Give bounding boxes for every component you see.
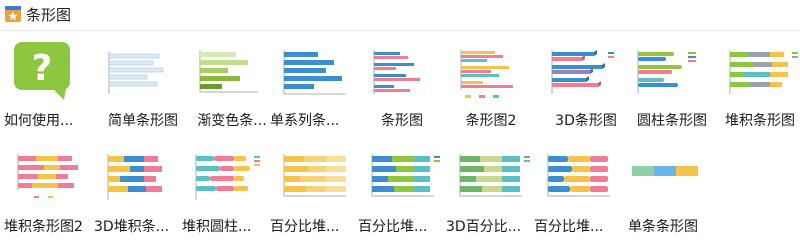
template-label: 条形图2: [465, 113, 517, 129]
template-3d-bar[interactable]: 3D条形图: [540, 38, 628, 134]
template-how-to-use[interactable]: ? 如何使用...: [4, 38, 92, 134]
svg-text:?: ?: [32, 48, 53, 89]
template-stacked-bar[interactable]: 堆积条形图: [714, 38, 800, 134]
template-label: 堆积圆柱...: [182, 219, 252, 235]
help-question-icon: ?: [14, 42, 70, 100]
template-cylinder-bar[interactable]: 圆柱条形图: [626, 38, 714, 134]
3d-percent-stacked-bar-chart-icon: [459, 154, 530, 197]
template-bar[interactable]: 条形图: [356, 38, 444, 134]
template-label: 如何使用...: [4, 113, 74, 129]
3d-stacked-bar-chart-icon: [107, 154, 162, 200]
template-label: 3D堆积条...: [94, 219, 170, 235]
simple-bar-chart-icon: [108, 52, 164, 94]
percent-stacked-bar-chart-2-icon: [371, 154, 440, 197]
template-3d-percent-stacked-bar[interactable]: 3D百分比...: [446, 144, 534, 240]
category-title: 条形图: [26, 6, 72, 24]
template-single-series-bar[interactable]: 单系列条...: [270, 38, 358, 134]
template-simple-bar[interactable]: 简单条形图: [97, 38, 185, 134]
gradient-bar-chart-icon: [199, 50, 258, 93]
stacked-bar-chart-icon: [729, 50, 798, 94]
template-3d-stacked-bar[interactable]: 3D堆积条...: [94, 144, 182, 240]
template-label: 渐变色条...: [197, 113, 267, 129]
template-label: 百分比堆...: [358, 219, 428, 235]
template-label: 圆柱条形图: [637, 113, 707, 129]
template-label: 单条条形图: [628, 219, 698, 235]
template-stacked-cylinder-bar[interactable]: 堆积圆柱...: [182, 144, 270, 240]
template-gradient-bar[interactable]: 渐变色条...: [186, 38, 274, 134]
template-percent-stacked-cylinder-bar[interactable]: 百分比堆...: [534, 144, 622, 240]
template-label: 堆积条形图: [725, 113, 795, 129]
template-bar-2[interactable]: 条形图2: [445, 38, 533, 134]
stacked-cylinder-bar-chart-icon: [195, 154, 260, 200]
template-label: 简单条形图: [108, 113, 178, 129]
template-label: 3D条形图: [555, 113, 617, 129]
single-series-bar-chart-icon: [283, 50, 346, 95]
chart-category-icon: [5, 6, 21, 22]
template-percent-stacked-bar-2[interactable]: 百分比堆...: [358, 144, 446, 240]
template-label: 条形图: [381, 113, 423, 129]
percent-stacked-cylinder-bar-chart-icon: [547, 154, 610, 197]
template-single-bar[interactable]: 单条条形图: [628, 144, 716, 240]
template-label: 百分比堆...: [270, 219, 340, 235]
percent-stacked-bar-chart-icon: [283, 154, 346, 197]
3d-bar-chart-icon: [551, 50, 614, 94]
single-bar-chart-icon: [632, 166, 698, 176]
bar-chart-2-icon: [460, 50, 513, 98]
template-percent-stacked-bar[interactable]: 百分比堆...: [270, 144, 358, 240]
category-header: 条形图: [0, 0, 800, 31]
template-stacked-bar-2[interactable]: 堆积条形图2: [4, 144, 92, 240]
cylinder-bar-chart-icon: [637, 50, 696, 94]
template-label: 3D百分比...: [446, 219, 522, 235]
stacked-bar-chart-2-icon: [17, 154, 78, 198]
template-label: 单系列条...: [270, 113, 340, 129]
template-label: 堆积条形图2: [4, 219, 83, 235]
template-gallery: ? 如何使用... 简单条形图 渐变色条... 单系列条... 条形图 条形图2…: [0, 38, 800, 238]
template-label: 百分比堆...: [534, 219, 604, 235]
bar-chart-icon: [373, 50, 420, 94]
